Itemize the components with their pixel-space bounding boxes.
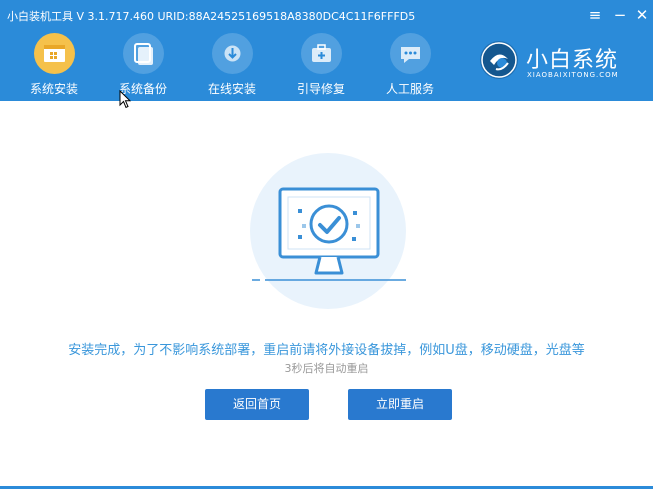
download-icon <box>212 33 253 74</box>
nav-item-system-install[interactable]: 系统安装 <box>9 30 99 101</box>
nav-label: 在线安装 <box>207 82 256 96</box>
nav-label: 人工服务 <box>385 82 434 96</box>
restart-now-button[interactable]: 立即重启 <box>348 389 452 420</box>
install-complete-illustration <box>250 153 410 313</box>
mouse-cursor-icon <box>119 89 132 110</box>
window-title: 小白装机工具 V 3.1.717.460 URID:88A24525169518… <box>7 10 416 23</box>
nav-item-online-install[interactable]: 在线安装 <box>187 30 277 101</box>
logo-name: 小白系统 <box>526 48 619 73</box>
nav-label: 系统安装 <box>29 82 78 96</box>
brand-logo: 小白系统 XIAOBAIXITONG.COM <box>476 37 646 87</box>
nav-item-manual-service[interactable]: 人工服务 <box>365 30 455 101</box>
install-complete-message: 安装完成，为了不影响系统部署，重启前请将外接设备拔掉，例如U盘，移动硬盘，光盘等 <box>68 343 585 358</box>
menu-icon[interactable]: ≡ <box>585 5 605 25</box>
install-icon <box>34 33 75 74</box>
nav-label: 引导修复 <box>296 82 345 96</box>
nav-label: 系统备份 <box>118 82 167 96</box>
close-icon[interactable]: ✕ <box>632 5 652 25</box>
nav-item-boot-repair[interactable]: 引导修复 <box>276 30 366 101</box>
app-window: 小白装机工具 V 3.1.717.460 URID:88A24525169518… <box>0 0 653 489</box>
nav-item-system-backup[interactable]: 系统备份 <box>98 30 188 101</box>
title-bar: 小白装机工具 V 3.1.717.460 URID:88A24525169518… <box>0 0 653 30</box>
restart-countdown: 3秒后将自动重启 <box>284 362 369 375</box>
logo-subtitle: XIAOBAIXITONG.COM <box>527 71 619 79</box>
minimize-icon[interactable]: − <box>610 5 630 25</box>
chat-icon <box>390 33 431 74</box>
repair-kit-icon <box>301 33 342 74</box>
backup-icon <box>123 33 164 74</box>
logo-icon <box>480 41 518 79</box>
main-content: 安装完成，为了不影响系统部署，重启前请将外接设备拔掉，例如U盘，移动硬盘，光盘等… <box>0 101 653 489</box>
back-home-button[interactable]: 返回首页 <box>205 389 309 420</box>
header-bar: 小白装机工具 V 3.1.717.460 URID:88A24525169518… <box>0 0 653 101</box>
